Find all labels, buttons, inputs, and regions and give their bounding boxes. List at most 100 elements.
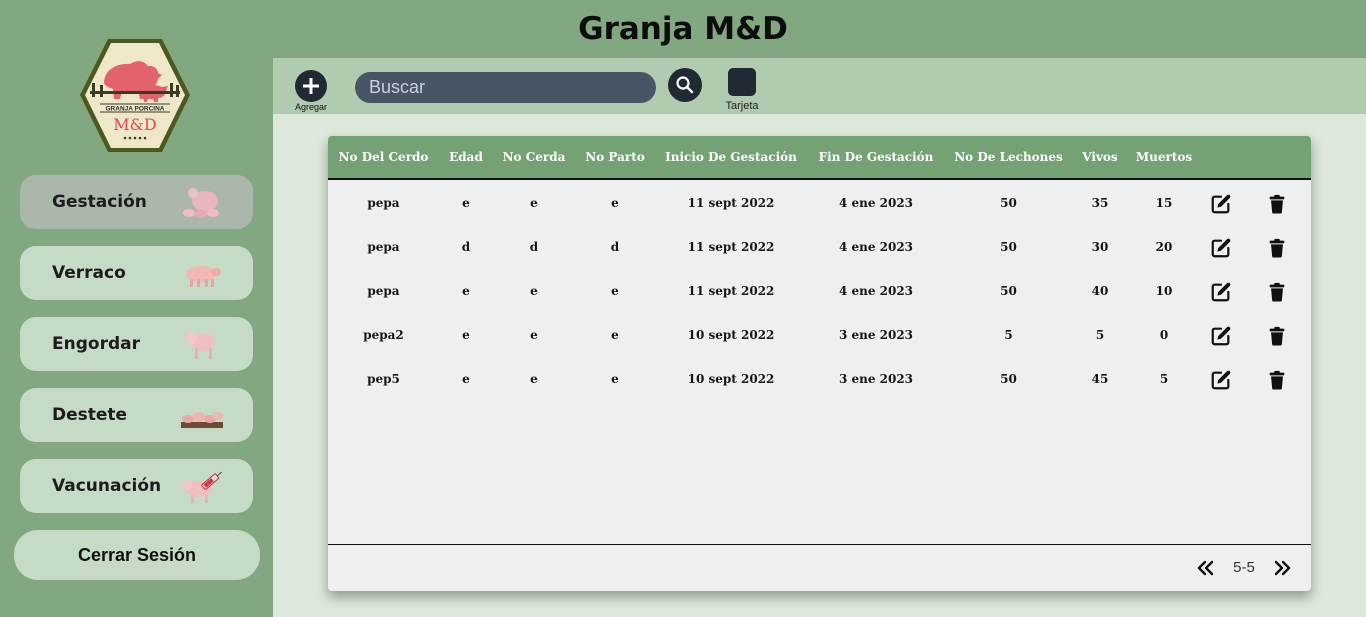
table-footer: 5-5	[328, 544, 1311, 591]
column-header: Vivos	[1082, 150, 1118, 164]
edit-icon[interactable]	[1210, 325, 1232, 347]
logout-button[interactable]: Cerrar Sesión	[14, 530, 260, 580]
table-cell: 3 ene 2023	[838, 328, 914, 342]
table-cell: e	[462, 328, 470, 342]
previous-page-icon[interactable]	[1194, 557, 1216, 579]
column-header: No Del Cerdo	[338, 150, 429, 164]
column-header: Fin De Gestación	[818, 150, 934, 164]
table-cell: 50	[1000, 284, 1017, 298]
sidebar: GRANJA PORCINA M&D Gestación Verraco Eng…	[0, 0, 273, 617]
table-cell: 10	[1155, 284, 1173, 298]
logo-mark: M&D	[113, 115, 156, 134]
sidebar-item-label: Vacunación	[52, 476, 162, 496]
table-cell: 4 ene 2023	[838, 240, 914, 254]
next-page-icon[interactable]	[1272, 557, 1294, 579]
table-row: pepa e e e 11 sept 2022 4 ene 2023 50 40 10	[328, 269, 1311, 313]
table-cell: 5	[1095, 328, 1105, 342]
trash-icon[interactable]	[1266, 193, 1288, 215]
trash-icon[interactable]	[1266, 237, 1288, 259]
search-input[interactable]	[355, 72, 656, 103]
edit-icon[interactable]	[1210, 193, 1232, 215]
table-row: pepa d d d 11 sept 2022 4 ene 2023 50 30 20	[328, 225, 1311, 269]
table-cell: 11 sept 2022	[687, 196, 775, 210]
table-cell: 50	[1000, 196, 1017, 210]
card-view-label: Tarjeta	[725, 100, 759, 112]
table-cell: pepa	[367, 196, 400, 210]
column-header: No Parto	[585, 150, 645, 164]
edit-icon[interactable]	[1210, 237, 1232, 259]
column-header: No Cerda	[502, 150, 566, 164]
add-button-label: Agregar	[294, 102, 328, 112]
table-cell: e	[530, 328, 538, 342]
table-cell: 4 ene 2023	[838, 196, 914, 210]
table-cell: pepa	[367, 240, 400, 254]
search-icon	[676, 76, 694, 94]
table-cell: 3 ene 2023	[838, 372, 914, 386]
table-cell: pepa	[367, 284, 400, 298]
records-table: No Del Cerdo Edad No Cerda No Parto Inic…	[328, 136, 1311, 591]
sidebar-item-gestacion[interactable]: Gestación	[20, 175, 253, 229]
table-cell: 11 sept 2022	[687, 240, 775, 254]
plus-icon	[303, 78, 319, 94]
table-cell: e	[462, 372, 470, 386]
table-cell: e	[611, 372, 619, 386]
trash-icon[interactable]	[1266, 281, 1288, 303]
trash-icon[interactable]	[1266, 369, 1288, 391]
boar-icon	[186, 266, 221, 287]
toolbar: Agregar Tarjeta	[273, 58, 1366, 114]
table-cell: e	[611, 328, 619, 342]
table-cell: 20	[1155, 240, 1173, 254]
table-cell: 10 sept 2022	[687, 372, 775, 386]
pagination-text: 5-5	[1233, 559, 1255, 576]
table-cell: 4 ene 2023	[838, 284, 914, 298]
table-cell: 5	[1004, 328, 1013, 342]
table-cell: 30	[1091, 240, 1109, 254]
add-button[interactable]	[295, 70, 327, 102]
table-cell: pep5	[367, 372, 400, 386]
table-cell: 5	[1159, 372, 1169, 386]
column-header: Inicio De Gestación	[665, 150, 797, 164]
edit-icon[interactable]	[1210, 369, 1232, 391]
pig-syringe-icon	[182, 471, 223, 503]
table-cell: e	[530, 196, 538, 210]
table-cell: d	[529, 240, 539, 254]
edit-icon[interactable]	[1210, 281, 1232, 303]
table-cell: e	[611, 284, 619, 298]
table-cell: 10 sept 2022	[687, 328, 775, 342]
table-row: pepa e e e 11 sept 2022 4 ene 2023 50 35 15	[328, 181, 1311, 225]
sidebar-item-label: Engordar	[52, 334, 140, 354]
search-button[interactable]	[668, 68, 702, 102]
sidebar-item-label: Gestación	[52, 192, 147, 212]
table-cell: 50	[1000, 372, 1017, 386]
card-view-button[interactable]	[728, 68, 756, 96]
table-cell: 40	[1091, 284, 1109, 298]
piglets-group-icon	[181, 412, 223, 428]
sidebar-item-label: Verraco	[52, 263, 126, 283]
column-header: Edad	[449, 150, 483, 164]
table-cell: pepa2	[363, 328, 404, 342]
trash-icon[interactable]	[1266, 325, 1288, 347]
table-cell: 15	[1155, 196, 1173, 210]
table-cell: 50	[1000, 240, 1017, 254]
sidebar-item-label: Destete	[52, 405, 128, 425]
sidebar-item-vacunacion[interactable]: Vacunación	[20, 459, 253, 513]
sidebar-item-verraco[interactable]: Verraco	[20, 246, 253, 300]
table-cell: e	[530, 284, 538, 298]
table-row: pepa2 e e e 10 sept 2022 3 ene 2023 5 5 0	[328, 313, 1311, 357]
table-cell: 11 sept 2022	[687, 284, 775, 298]
table-cell: e	[462, 196, 470, 210]
table-row: pep5 e e e 10 sept 2022 3 ene 2023 50 45 5	[328, 357, 1311, 401]
table-cell: 35	[1091, 196, 1109, 210]
table-cell: e	[611, 196, 619, 210]
logo-top-text: GRANJA PORCINA	[106, 106, 165, 113]
column-header: No De Lechones	[954, 150, 1063, 164]
table-header: No Del Cerdo Edad No Cerda No Parto Inic…	[328, 136, 1311, 180]
sidebar-item-destete[interactable]: Destete	[20, 388, 253, 442]
sidebar-item-engordar[interactable]: Engordar	[20, 317, 253, 371]
table-cell: d	[610, 240, 620, 254]
table-cell: e	[530, 372, 538, 386]
table-cell: 0	[1159, 328, 1169, 342]
column-header: Muertos	[1135, 150, 1193, 164]
table-cell: e	[462, 284, 470, 298]
farm-logo: GRANJA PORCINA M&D	[80, 39, 190, 152]
